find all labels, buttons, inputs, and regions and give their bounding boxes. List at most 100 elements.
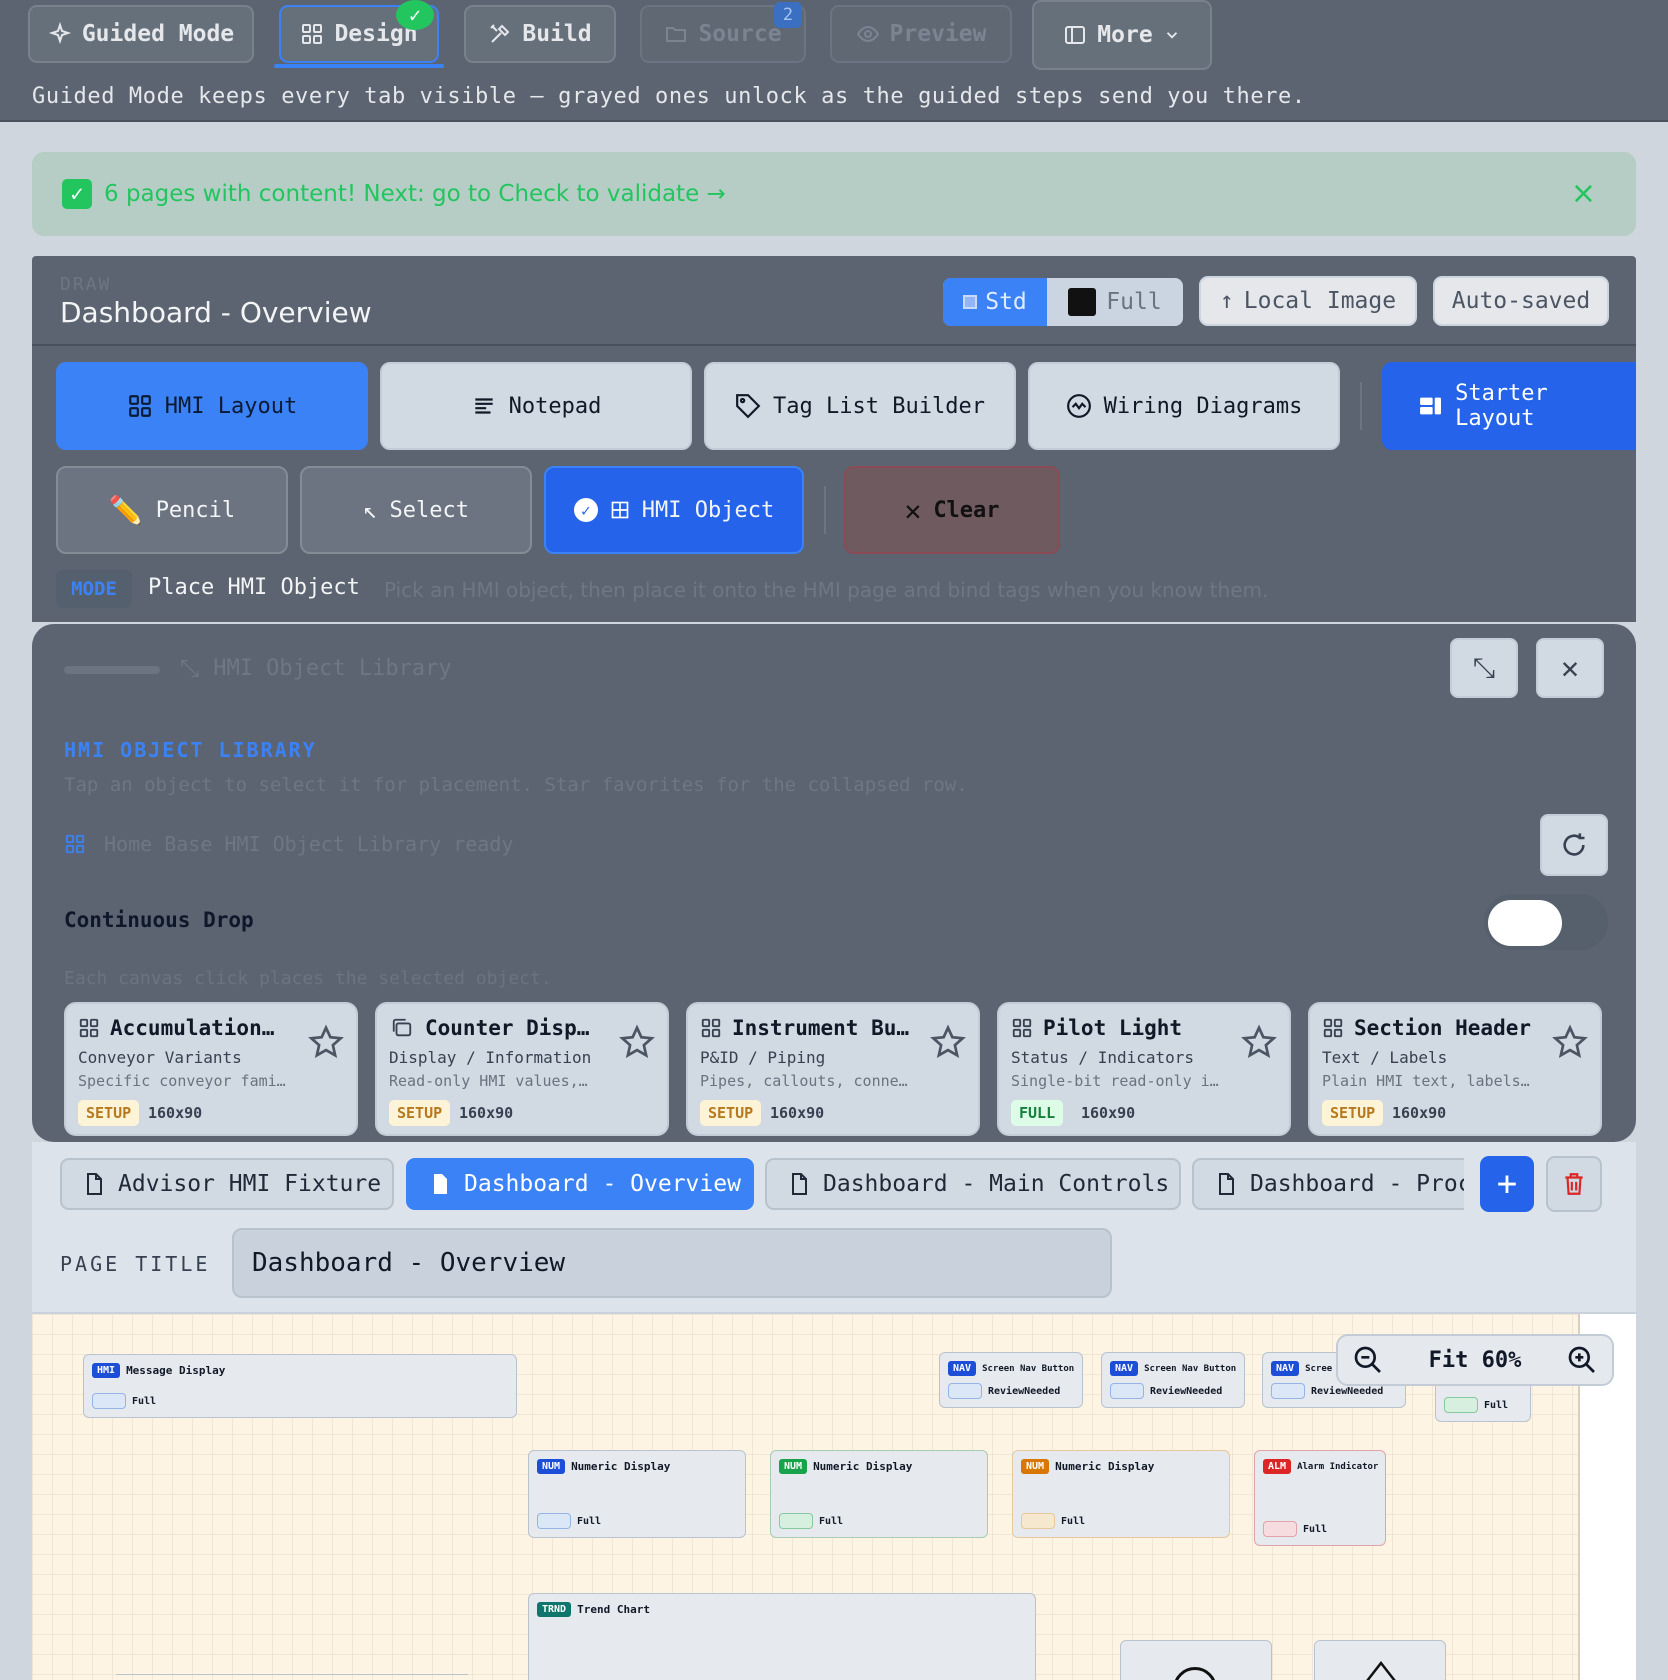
star-icon[interactable]	[1552, 1024, 1588, 1060]
library-card-section-header[interactable]: Section Header Text / Labels Plain HMI t…	[1308, 1002, 1602, 1136]
delete-page-button[interactable]	[1546, 1156, 1602, 1212]
object-status-text: ReviewNeeded	[988, 1385, 1061, 1397]
status-swatch	[1444, 1397, 1478, 1413]
tool-select[interactable]: ↖ Select	[300, 466, 532, 554]
object-label: NUM Numeric Display	[537, 1459, 670, 1474]
mode-notepad[interactable]: Notepad	[380, 362, 692, 450]
chevron-down-icon	[1166, 32, 1177, 39]
std-label: Std	[985, 289, 1027, 315]
divider	[32, 344, 1636, 346]
eye-icon	[856, 25, 879, 43]
pulse-icon	[1066, 394, 1091, 418]
star-icon[interactable]	[1241, 1024, 1277, 1060]
library-card-counter-display[interactable]: Counter Disp… Display / Information Read…	[375, 1002, 669, 1136]
object-status: Full	[779, 1513, 843, 1529]
canvas-object-screen-nav-button[interactable]: NAV Screen Nav Button ReviewNeeded	[1101, 1352, 1245, 1408]
star-icon[interactable]	[619, 1024, 655, 1060]
status-swatch	[1263, 1521, 1297, 1537]
grid-icon	[1323, 1018, 1343, 1038]
page-tabs-area: Advisor HMI Fixture Dashboard - Overview…	[32, 1142, 1636, 1312]
zoom-level[interactable]: Fit 60%	[1429, 1348, 1522, 1373]
card-description: Single-bit read-only i…	[1011, 1072, 1219, 1090]
add-page-button[interactable]: +	[1480, 1156, 1534, 1212]
continuous-drop-description: Each canvas click places the selected ob…	[64, 968, 552, 989]
mode-starter-layout[interactable]: Starter Layout	[1382, 362, 1636, 450]
object-label: TRND Trend Chart	[537, 1602, 650, 1617]
refresh-button[interactable]	[1540, 814, 1608, 876]
active-tab-indicator	[274, 64, 444, 68]
draw-kicker: DRAW	[60, 274, 112, 295]
card-category: Conveyor Variants	[78, 1048, 242, 1067]
canvas-object-numeric-display[interactable]: NUM Numeric Display Full	[528, 1450, 746, 1538]
card-size: 160x90	[1392, 1104, 1447, 1122]
close-library-button[interactable]: ✕	[1536, 638, 1604, 698]
local-image-button[interactable]: ↑ Local Image	[1199, 276, 1417, 326]
page-tab-label: Dashboard - Main Controls	[823, 1171, 1170, 1197]
card-status-badge: SETUP	[700, 1100, 762, 1126]
tab-label: Guided Mode	[81, 21, 235, 47]
close-icon: ✕	[1560, 650, 1580, 686]
canvas-object-triangle-symbol[interactable]	[1314, 1640, 1446, 1680]
canvas-object-numeric-display[interactable]: NUM Numeric Display Full	[1012, 1450, 1230, 1538]
drag-handle[interactable]	[64, 666, 160, 674]
library-card-pilot-light[interactable]: Pilot Light Status / Indicators Single-b…	[997, 1002, 1291, 1136]
full-size-button[interactable]: Full	[1047, 278, 1183, 326]
object-status: Full	[92, 1393, 156, 1409]
canvas-object-partial[interactable]	[116, 1674, 468, 1680]
banner-message[interactable]: 6 pages with content! Next: go to Check …	[104, 181, 726, 207]
tab-more[interactable]: More	[1032, 0, 1212, 70]
page-tab-dashboard-main-controls[interactable]: Dashboard - Main Controls	[765, 1158, 1181, 1210]
canvas-object-numeric-display[interactable]: NUM Numeric Display Full	[770, 1450, 988, 1538]
mode-label: Starter Layout	[1455, 381, 1548, 431]
close-icon[interactable]: ×	[1571, 176, 1596, 211]
expand-button[interactable]: ⤡	[1450, 638, 1518, 698]
page-tab-dashboard-process[interactable]: Dashboard - Proc	[1192, 1158, 1464, 1210]
canvas-size-toggle: Std Full	[943, 278, 1183, 326]
zoom-in-icon[interactable]	[1566, 1344, 1598, 1376]
tab-preview[interactable]: Preview	[830, 5, 1012, 63]
star-icon[interactable]	[930, 1024, 966, 1060]
autosaved-label: Auto-saved	[1451, 288, 1591, 314]
std-size-button[interactable]: Std	[943, 278, 1047, 326]
object-status: Full	[1021, 1513, 1085, 1529]
mode-hmi-layout[interactable]: HMI Layout	[56, 362, 368, 450]
canvas-object-round-symbol[interactable]	[1120, 1640, 1272, 1680]
card-category: Status / Indicators	[1011, 1048, 1195, 1067]
status-swatch	[1110, 1383, 1144, 1399]
library-card-accumulation[interactable]: Accumulation… Conveyor Variants Specific…	[64, 1002, 358, 1136]
card-title-text: Instrument Bu…	[732, 1016, 910, 1040]
canvas-object-screen-nav-button[interactable]: NAV Screen Nav Button ReviewNeeded	[939, 1352, 1083, 1408]
sparkle-icon	[48, 22, 71, 45]
card-status-badge: SETUP	[1322, 1100, 1384, 1126]
tab-build[interactable]: Build	[464, 5, 616, 63]
canvas-object-trend-chart[interactable]: TRND Trend Chart	[528, 1593, 1036, 1680]
library-card-instrument-bubble[interactable]: Instrument Bu… P&ID / Piping Pipes, call…	[686, 1002, 980, 1136]
object-status-text: Full	[132, 1395, 157, 1407]
mode-wiring-diagrams[interactable]: Wiring Diagrams	[1028, 362, 1340, 450]
grid-icon	[65, 834, 85, 854]
card-status-badge: FULL	[1011, 1100, 1064, 1126]
tab-guided-mode[interactable]: Guided Mode	[28, 5, 254, 63]
star-icon[interactable]	[308, 1024, 344, 1060]
mode-description: Pick an HMI object, then place it onto t…	[384, 578, 1269, 602]
page-tab-dashboard-overview[interactable]: Dashboard - Overview	[406, 1158, 754, 1210]
page-tab-advisor-hmi-fixture[interactable]: Advisor HMI Fixture	[60, 1158, 394, 1210]
triangle-icon	[1366, 1661, 1396, 1680]
canvas-object-alarm-indicator[interactable]: ALM Alarm Indicator Full	[1254, 1450, 1386, 1546]
tool-hmi-object[interactable]: ✓ HMI Object	[544, 466, 804, 554]
object-status-text: Full	[577, 1515, 602, 1527]
page-title-input[interactable]	[232, 1228, 1112, 1298]
canvas-object-message-display[interactable]: HMI Message Display Full	[83, 1354, 517, 1418]
continuous-drop-toggle[interactable]	[1484, 894, 1608, 950]
card-size: 160x90	[1081, 1104, 1136, 1122]
grid-icon	[79, 1018, 99, 1038]
zoom-out-icon[interactable]	[1352, 1344, 1384, 1376]
file-icon	[1219, 1173, 1234, 1195]
file-icon	[434, 1174, 447, 1194]
tool-pencil[interactable]: ✏️ Pencil	[56, 466, 288, 554]
card-title: Section Header	[1322, 1016, 1531, 1040]
mode-tag-list-builder[interactable]: Tag List Builder	[704, 362, 1016, 450]
object-status: Full	[1444, 1397, 1508, 1413]
tool-clear[interactable]: ✕ Clear	[844, 466, 1060, 554]
card-title: Counter Disp…	[389, 1016, 589, 1040]
